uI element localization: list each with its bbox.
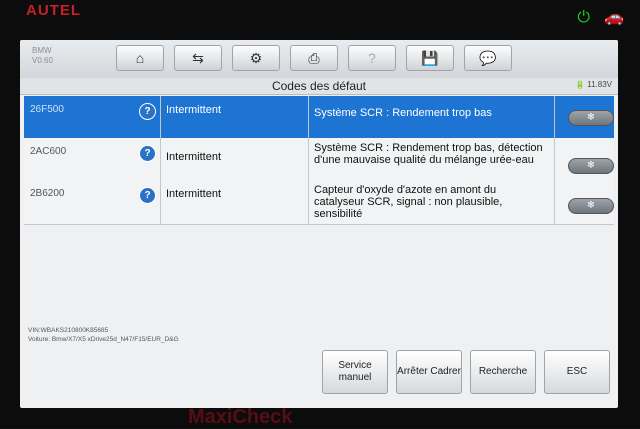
- vehicle-swap-button[interactable]: ⇆: [174, 45, 222, 71]
- message-button[interactable]: 💬: [464, 45, 512, 71]
- dtc-description-cell: Système SCR : Rendement trop bas, détect…: [308, 138, 555, 180]
- dtc-row[interactable]: 2B6200 ? Intermittent Capteur d'oxyde d'…: [24, 180, 614, 225]
- vehicle-info-footer: VIN:WBAKS210800K85685 Voiture: Bmw/X7/X5…: [28, 326, 179, 344]
- vehicle-description: Voiture: Bmw/X7/X5 xDrive25d_N47/F15/EUR…: [28, 336, 179, 343]
- vin-text: VIN:WBAKS210800K85685: [28, 327, 109, 334]
- esc-button[interactable]: ESC: [544, 350, 610, 394]
- search-button[interactable]: Recherche: [470, 350, 536, 394]
- vehicle-info: BMW V0.60: [32, 46, 53, 66]
- dtc-status-cell: Intermittent: [160, 96, 309, 138]
- dtc-status-cell: Intermittent: [160, 138, 309, 180]
- print-button[interactable]: ⎙: [290, 45, 338, 71]
- battery-value: 11.83V: [587, 80, 612, 89]
- dtc-code-cell: 2AC600 ?: [24, 138, 161, 180]
- save-button[interactable]: 💾: [406, 45, 454, 71]
- dtc-description: Capteur d'oxyde d'azote en amont du cata…: [314, 184, 503, 220]
- service-manual-button[interactable]: Service manuel: [322, 350, 388, 394]
- vehicle-swap-icon: ⇆: [192, 49, 204, 66]
- freeze-frame-button[interactable]: ❄: [568, 158, 614, 174]
- battery-voltage: 🔋 11.83V: [575, 80, 612, 89]
- dtc-status-cell: Intermittent: [160, 180, 309, 224]
- screen: BMW V0.60 ⌂ ⇆ ⚙ ⎙ ? 💾 💬 Codes des défaut…: [20, 40, 618, 408]
- dtc-status: Intermittent: [166, 151, 222, 163]
- dtc-description-cell: Capteur d'oxyde d'azote en amont du cata…: [308, 180, 555, 224]
- dtc-code: 2B6200: [30, 188, 65, 199]
- dtc-status: Intermittent: [166, 188, 222, 200]
- page-title: Codes des défaut: [271, 79, 367, 93]
- snowflake-icon: ❄: [586, 160, 596, 171]
- save-icon: 💾: [421, 49, 439, 66]
- dtc-action-cell: ❄: [554, 138, 614, 180]
- help-icon[interactable]: ?: [139, 145, 156, 162]
- dtc-description: Système SCR : Rendement trop bas: [314, 107, 492, 119]
- help-button[interactable]: ?: [348, 45, 396, 71]
- vehicle-version: V0.60: [32, 56, 53, 65]
- settings-icon: ⚙: [249, 49, 263, 66]
- help-icon: ?: [368, 50, 376, 66]
- device-frame: AUTEL ⏻ 🚗 BMW V0.60 ⌂ ⇆ ⚙ ⎙ ? 💾 💬 Codes …: [0, 0, 640, 428]
- stop-frame-button[interactable]: Arrêter Cadrer: [396, 350, 462, 394]
- printer-icon: ⎙: [308, 49, 320, 66]
- dtc-action-cell: ❄: [554, 96, 614, 138]
- dtc-row[interactable]: 2AC600 ? Intermittent Système SCR : Rend…: [24, 138, 614, 181]
- help-icon[interactable]: ?: [139, 187, 156, 204]
- dtc-description: Système SCR : Rendement trop bas, détect…: [314, 142, 543, 166]
- dtc-action-cell: ❄: [554, 180, 614, 224]
- home-button[interactable]: ⌂: [116, 45, 164, 71]
- dtc-code: 26F500: [30, 104, 64, 115]
- vehicle-make: BMW: [32, 46, 52, 55]
- freeze-frame-button[interactable]: ❄: [568, 198, 614, 214]
- dtc-code-cell: 2B6200 ?: [24, 180, 161, 224]
- dtc-code-cell: 26F500 ?: [24, 96, 161, 138]
- status-icons: ⏻ 🚗: [577, 10, 624, 26]
- brand-logo: AUTEL: [26, 2, 81, 19]
- toolbar: BMW V0.60 ⌂ ⇆ ⚙ ⎙ ? 💾 💬: [20, 40, 618, 79]
- snowflake-icon: ❄: [586, 112, 596, 123]
- dtc-code: 2AC600: [30, 146, 67, 157]
- home-icon: ⌂: [135, 50, 145, 66]
- settings-button[interactable]: ⚙: [232, 45, 280, 71]
- snowflake-icon: ❄: [586, 200, 596, 211]
- power-icon[interactable]: ⏻: [577, 10, 590, 26]
- title-bar: Codes des défaut 🔋 11.83V: [20, 78, 618, 95]
- message-icon: 💬: [479, 49, 497, 66]
- dtc-status: Intermittent: [166, 104, 222, 116]
- dtc-row[interactable]: 26F500 ? Intermittent Système SCR : Rend…: [24, 96, 614, 139]
- help-icon[interactable]: ?: [139, 103, 156, 120]
- bottom-brand-logo: MaxiCheck: [188, 406, 293, 428]
- dtc-description-cell: Système SCR : Rendement trop bas: [308, 96, 555, 138]
- freeze-frame-button[interactable]: ❄: [568, 110, 614, 126]
- car-icon[interactable]: 🚗: [604, 10, 624, 26]
